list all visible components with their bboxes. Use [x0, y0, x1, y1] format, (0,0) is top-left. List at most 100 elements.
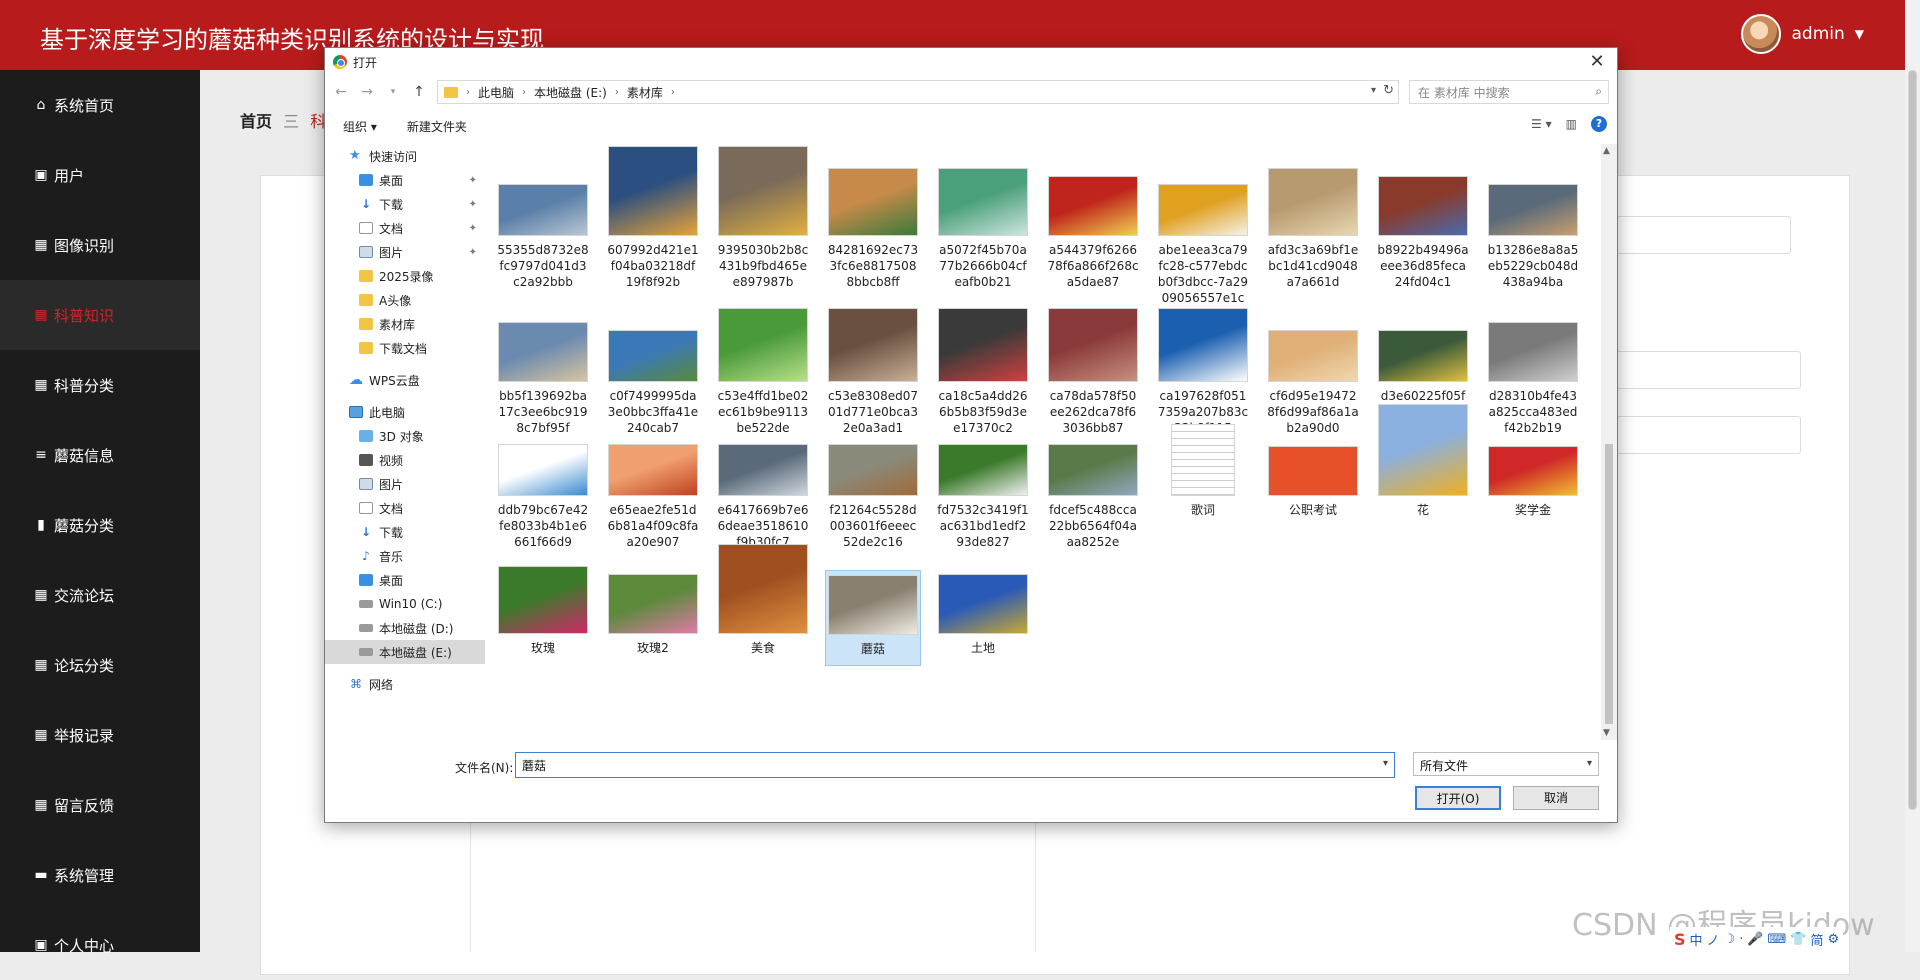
file-tile[interactable]: 奖学金 — [1485, 442, 1581, 518]
chevron-right-icon[interactable]: › — [522, 87, 526, 98]
forward-arrow-icon[interactable]: → — [359, 84, 375, 100]
chevron-down-icon[interactable]: ▾ — [1383, 758, 1388, 769]
text-field[interactable] — [1601, 416, 1801, 454]
ime-button[interactable]: 👕 — [1790, 932, 1806, 947]
organize-button[interactable]: 组织 ▾ — [343, 118, 377, 135]
ime-button[interactable]: ⚙ — [1828, 932, 1840, 947]
file-tile[interactable]: b13286e8a8a5eb5229cb048d438a94ba — [1485, 180, 1581, 290]
tree-item[interactable]: 视频 — [325, 448, 485, 472]
open-button[interactable]: 打开(O) — [1415, 786, 1501, 810]
tree-item[interactable]: ↓ 下载 — [325, 520, 485, 544]
ime-button[interactable]: ⌨ — [1768, 932, 1787, 947]
tree-item[interactable]: A头像 — [325, 288, 485, 312]
ime-button[interactable]: · — [1739, 932, 1743, 947]
address-bar[interactable]: › 此电脑 › 本地磁盘 (E:) › 素材库 › ▾ ↻ — [437, 80, 1399, 104]
tree-item[interactable]: 桌面 ✦ — [325, 168, 485, 192]
text-field[interactable] — [1601, 351, 1801, 389]
file-tile[interactable]: e65eae2fe51d6b81a4f09c8faa20e907 — [605, 440, 701, 550]
file-tile[interactable]: ca197628f0517359a207b83c33b8f115 — [1155, 304, 1251, 436]
file-tile[interactable]: 9395030b2b8c431b9fbd465ee897987b — [715, 144, 811, 290]
ime-button[interactable]: S — [1674, 930, 1686, 949]
tree-item[interactable]: 2025录像 — [325, 264, 485, 288]
page-scrollbar[interactable] — [1905, 0, 1920, 952]
file-tile[interactable]: 花 — [1375, 400, 1471, 518]
sidebar-item[interactable]: ▦ 论坛分类 — [0, 630, 200, 700]
tree-item[interactable]: 文档 — [325, 496, 485, 520]
path-segment[interactable]: 本地磁盘 (E:) — [534, 84, 607, 101]
tree-item[interactable]: 图片 — [325, 472, 485, 496]
dialog-titlebar[interactable]: 打开 ✕ — [325, 48, 1617, 76]
ime-button[interactable]: ☽ — [1724, 932, 1736, 947]
tree-item[interactable]: ★ 快速访问 — [325, 144, 485, 168]
tree-item[interactable]: 3D 对象 — [325, 424, 485, 448]
file-tile[interactable]: 84281692ec733fc6e88175088bbcb8ff — [825, 164, 921, 290]
ime-button[interactable]: 中 — [1690, 930, 1703, 949]
tree-item[interactable]: 本地磁盘 (D:) — [325, 616, 485, 640]
ime-button[interactable]: 🎤 — [1747, 932, 1763, 947]
file-tile[interactable]: abe1eea3ca79fc28-c577ebdcb0f3dbcc-7a2909… — [1155, 180, 1251, 322]
file-tile[interactable]: a5072f45b70a77b2666b04cfeafb0b21 — [935, 164, 1031, 290]
file-list-scrollbar[interactable]: ▲ ▼ — [1601, 144, 1617, 740]
scroll-thumb[interactable] — [1605, 444, 1613, 724]
file-tile[interactable]: b8922b49496aeee36d85feca24fd04c1 — [1375, 172, 1471, 290]
sidebar-item[interactable]: ▦ 科普知识 — [0, 280, 200, 350]
file-tile[interactable]: 歌词 — [1155, 420, 1251, 518]
tree-item[interactable]: 桌面 — [325, 568, 485, 592]
sidebar-item[interactable]: ▣ 个人中心 — [0, 910, 200, 980]
tree-item[interactable]: 此电脑 — [325, 400, 485, 424]
close-icon[interactable]: ✕ — [1583, 50, 1611, 74]
tree-item[interactable]: 下载文档 — [325, 336, 485, 360]
tree-item[interactable]: 本地磁盘 (E:) — [325, 640, 485, 664]
recent-dropdown-icon[interactable]: ▾ — [385, 87, 401, 97]
sidebar-item[interactable]: ▦ 举报记录 — [0, 700, 200, 770]
help-icon[interactable]: ? — [1591, 116, 1607, 132]
filetype-select[interactable]: 所有文件 ▾ — [1413, 752, 1599, 776]
search-icon[interactable]: ⌕ — [1595, 84, 1602, 99]
file-tile[interactable]: 607992d421e1f04ba03218df19f8f92b — [605, 144, 701, 290]
preview-pane-icon[interactable]: ▥ — [1566, 117, 1577, 131]
back-arrow-icon[interactable]: ← — [333, 84, 349, 100]
tree-item[interactable]: ♪ 音乐 — [325, 544, 485, 568]
path-segment[interactable]: 素材库 — [627, 84, 663, 101]
tree-item[interactable]: 文档 ✦ — [325, 216, 485, 240]
tree-item[interactable]: Win10 (C:) — [325, 592, 485, 616]
chevron-down-icon[interactable]: ▾ — [1371, 85, 1376, 96]
file-tile[interactable]: c53e4ffd1be02ec61b9be9113be522de — [715, 304, 811, 436]
file-tile[interactable]: d28310b4fe43a825cca483edf42b2b19 — [1485, 318, 1581, 436]
file-tile[interactable]: 蘑菇 — [825, 570, 921, 666]
file-tile[interactable]: cf6d95e194728f6d99af86a1ab2a90d0 — [1265, 326, 1361, 436]
sidebar-item[interactable]: ▦ 交流论坛 — [0, 560, 200, 630]
chevron-right-icon[interactable]: › — [466, 87, 470, 98]
tree-item[interactable]: ↓ 下载 ✦ — [325, 192, 485, 216]
file-tile[interactable]: 公职考试 — [1265, 442, 1361, 518]
file-tile[interactable]: ca78da578f50ee262dca78f63036bb87 — [1045, 304, 1141, 436]
file-tile[interactable]: c53e8308ed0701d771e0bca32e0a3ad1 — [825, 304, 921, 436]
ime-button[interactable]: ノ — [1707, 930, 1720, 949]
tree-item[interactable]: ⌘ 网络 — [325, 672, 485, 696]
file-tile[interactable]: 55355d8732e8fc9797d041d3c2a92bbb — [495, 180, 591, 290]
file-tile[interactable]: ca18c5a4dd266b5b83f59d3ee17370c2 — [935, 304, 1031, 436]
caret-down-icon[interactable]: ▼ — [1855, 27, 1864, 41]
file-tile[interactable]: ddb79bc67e42fe8033b4b1e6661f66d9 — [495, 440, 591, 550]
file-tile[interactable]: 美食 — [715, 540, 811, 656]
scroll-up-icon[interactable]: ▲ — [1603, 146, 1610, 156]
file-tile[interactable]: e6417669b7e66deae3518610f9b30fc7 — [715, 440, 811, 550]
breadcrumb-home[interactable]: 首页 — [240, 112, 272, 131]
select-field[interactable] — [1611, 216, 1791, 254]
view-options-icon[interactable]: ☰ ▾ — [1531, 117, 1552, 131]
chevron-right-icon[interactable]: › — [671, 87, 675, 98]
new-folder-button[interactable]: 新建文件夹 — [407, 118, 467, 135]
file-tile[interactable]: afd3c3a69bf1ebc1d41cd9048a7a661d — [1265, 164, 1361, 290]
chevron-down-icon[interactable]: ▾ — [1587, 758, 1592, 769]
search-input[interactable]: 在 素材库 中搜索 ⌕ — [1409, 80, 1609, 104]
path-segment[interactable]: 此电脑 — [478, 84, 514, 101]
up-arrow-icon[interactable]: ↑ — [411, 84, 427, 100]
file-tile[interactable]: 玫瑰2 — [605, 570, 701, 656]
sidebar-item[interactable]: ▦ 留言反馈 — [0, 770, 200, 840]
cancel-button[interactable]: 取消 — [1513, 786, 1599, 810]
filename-input[interactable]: 蘑菇 ▾ — [515, 752, 1395, 778]
scroll-down-icon[interactable]: ▼ — [1603, 728, 1610, 738]
file-tile[interactable]: a544379f626678f6a866f268ca5dae87 — [1045, 172, 1141, 290]
file-tile[interactable]: c0f7499995da3e0bbc3ffa41e240cab7 — [605, 326, 701, 436]
tree-item[interactable]: 图片 ✦ — [325, 240, 485, 264]
